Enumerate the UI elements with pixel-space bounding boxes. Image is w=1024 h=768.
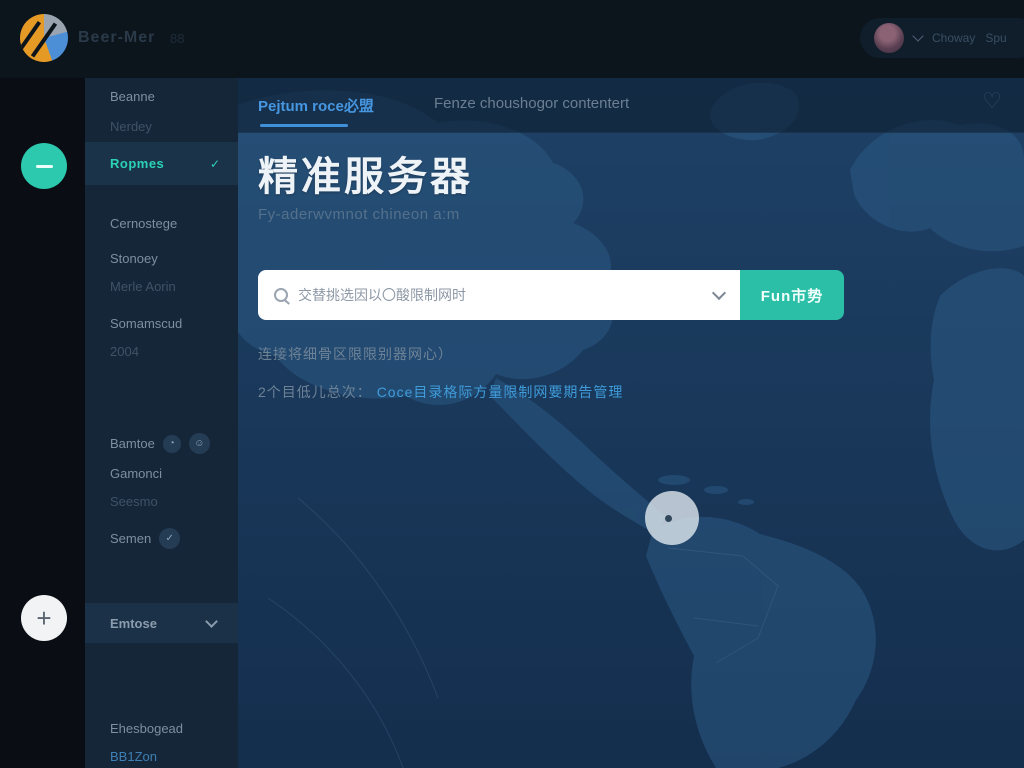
sidebar-item-gamonci[interactable]: Gamonci — [85, 466, 238, 481]
user-menu[interactable]: Choway Spu — [860, 18, 1024, 58]
tab-premium-servers[interactable]: Pejtum roce必盟 — [258, 95, 374, 116]
user-menu-label-2[interactable]: Spu — [985, 31, 1006, 45]
sidebar-item-ropmes-active[interactable]: Ropmes ✓ — [85, 142, 238, 185]
page-title: 精准服务器 — [258, 144, 473, 202]
collapse-button[interactable] — [21, 143, 67, 189]
main-content: Pejtum roce必盟 Fenze choushogor contenter… — [238, 78, 1024, 768]
limits-note-prefix: 2个目低儿总次： — [258, 384, 377, 400]
checkmark-icon: ✓ — [210, 157, 220, 171]
sidebar-item-cernostege[interactable]: Cernostege — [85, 216, 238, 231]
user-avatar[interactable] — [874, 23, 904, 53]
user-menu-label-1[interactable]: Choway — [932, 31, 975, 45]
sidebar-item-seesmo[interactable]: Seesmo — [85, 494, 238, 509]
sidebar-item-nerdey[interactable]: Nerdey — [85, 119, 238, 134]
limits-note: 2个目低儿总次： Coce目录格际方量限制网要期告管理 — [258, 382, 623, 402]
search-icon — [274, 288, 288, 302]
chevron-down-icon[interactable] — [712, 285, 726, 299]
sidebar-item-ehesbogead[interactable]: Ehesbogead — [85, 721, 238, 736]
clock-icon: ◔ — [163, 435, 181, 453]
sidebar-item-somamscud[interactable]: Somamscud — [85, 316, 238, 331]
chevron-down-icon[interactable] — [912, 30, 923, 41]
face-icon: ☺ — [189, 433, 210, 454]
sidebar-item-emtose-expander[interactable]: Emtose — [85, 603, 238, 643]
sidebar-item-semen[interactable]: Semen ✓ — [85, 528, 238, 549]
app-title-badge: 88 — [170, 31, 184, 46]
sidebar-item-merle-aorin[interactable]: Merle Aorin — [85, 279, 238, 294]
sidebar-item-stonoey[interactable]: Stonoey — [85, 251, 238, 266]
left-rail: + — [0, 78, 85, 768]
app-title: Beer-Mer — [78, 29, 155, 47]
sidebar-item-2004[interactable]: 2004 — [85, 344, 238, 359]
map-location-marker[interactable] — [645, 491, 699, 545]
sidebar: Beanne Nerdey Ropmes ✓ Cernostege Stonoe… — [85, 78, 238, 768]
sidebar-item-bamtoe[interactable]: Bamtoe ◔ ☺ — [85, 433, 238, 454]
chevron-down-icon — [205, 615, 218, 628]
connect-button[interactable]: Fun市势 — [740, 270, 844, 320]
app-header: Beer-Mer 88 Choway Spu — [0, 0, 1024, 78]
tab-free-servers[interactable]: Fenze choushogor contentert — [434, 95, 629, 112]
heart-icon[interactable]: ♡ — [982, 88, 1002, 114]
map-location-dot-icon — [665, 515, 672, 522]
add-button[interactable]: + — [21, 595, 67, 641]
app-logo-icon — [20, 14, 68, 62]
search-input[interactable] — [298, 287, 704, 303]
plus-icon: + — [36, 605, 51, 631]
sidebar-item-beanne[interactable]: Beanne — [85, 89, 238, 104]
sidebar-item-bb1zon[interactable]: BB1Zon — [85, 749, 238, 764]
checkmark-circle-icon: ✓ — [159, 528, 180, 549]
server-search-row: Fun市势 — [258, 270, 844, 320]
connection-note: 连接将细骨区限限别器网心） — [258, 344, 453, 364]
tab-bar: Pejtum roce必盟 Fenze choushogor contenter… — [238, 78, 1024, 133]
page-subtitle: Fy-aderwvmnot chineon a:m — [258, 206, 460, 223]
minus-icon — [36, 165, 53, 168]
limits-link[interactable]: Coce目录格际方量限制网要期告管理 — [377, 384, 624, 400]
search-box[interactable] — [258, 270, 740, 320]
